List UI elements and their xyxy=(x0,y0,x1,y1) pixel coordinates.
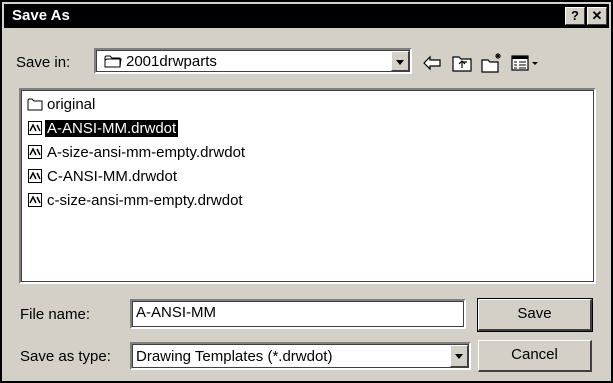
save-as-type-label: Save as type: xyxy=(20,348,111,365)
dialog-title: Save As xyxy=(12,7,70,24)
list-item[interactable]: c-size-ansi-mm-empty.drwdot xyxy=(27,190,245,210)
save-as-type-dropdown[interactable]: Drawing Templates (*.drwdot) xyxy=(130,342,471,370)
file-name-label: File name: xyxy=(20,306,91,323)
file-list[interactable]: original A-ANSI-MM.drwdot A-size-ansi-mm… xyxy=(19,88,596,284)
drawing-template-icon xyxy=(28,121,42,135)
drawing-template-icon xyxy=(28,193,42,207)
file-name-label: A-size-ansi-mm-empty.drwdot xyxy=(47,143,246,161)
save-in-dropdown-arrow[interactable] xyxy=(391,51,409,71)
cancel-button[interactable]: Cancel xyxy=(478,340,592,372)
back-arrow-icon[interactable] xyxy=(420,52,444,74)
title-bar[interactable]: Save As ? ✕ xyxy=(4,4,609,28)
folder-icon xyxy=(27,98,43,111)
list-item-selected[interactable]: A-ANSI-MM.drwdot xyxy=(27,118,179,138)
file-name-label: A-ANSI-MM.drwdot xyxy=(45,119,179,137)
help-button[interactable]: ? xyxy=(565,7,585,25)
save-button[interactable]: Save xyxy=(477,298,593,332)
file-name-label: C-ANSI-MM.drwdot xyxy=(47,167,178,185)
file-name-input[interactable]: A-ANSI-MM xyxy=(130,299,466,329)
list-item[interactable]: C-ANSI-MM.drwdot xyxy=(27,166,179,186)
save-as-dialog: Save As ? ✕ Save in: 2001drwparts origin… xyxy=(0,0,613,383)
save-in-value: 2001drwparts xyxy=(126,53,217,70)
drawing-template-icon xyxy=(28,145,42,159)
save-in-label: Save in: xyxy=(16,54,71,71)
folder-icon xyxy=(104,55,122,68)
drawing-template-icon xyxy=(28,169,42,183)
close-button[interactable]: ✕ xyxy=(587,7,607,25)
list-item[interactable]: A-size-ansi-mm-empty.drwdot xyxy=(27,142,247,162)
list-item-folder[interactable]: original xyxy=(27,94,97,114)
save-in-dropdown[interactable]: 2001drwparts xyxy=(94,48,412,74)
up-one-level-icon[interactable] xyxy=(450,52,474,74)
create-new-folder-icon[interactable] xyxy=(480,52,504,74)
file-name-label: c-size-ansi-mm-empty.drwdot xyxy=(47,191,243,209)
file-name-label: original xyxy=(47,95,96,113)
save-as-type-value: Drawing Templates (*.drwdot) xyxy=(136,348,333,365)
save-as-type-dropdown-arrow[interactable] xyxy=(450,345,468,367)
view-menu-icon[interactable] xyxy=(510,52,542,74)
